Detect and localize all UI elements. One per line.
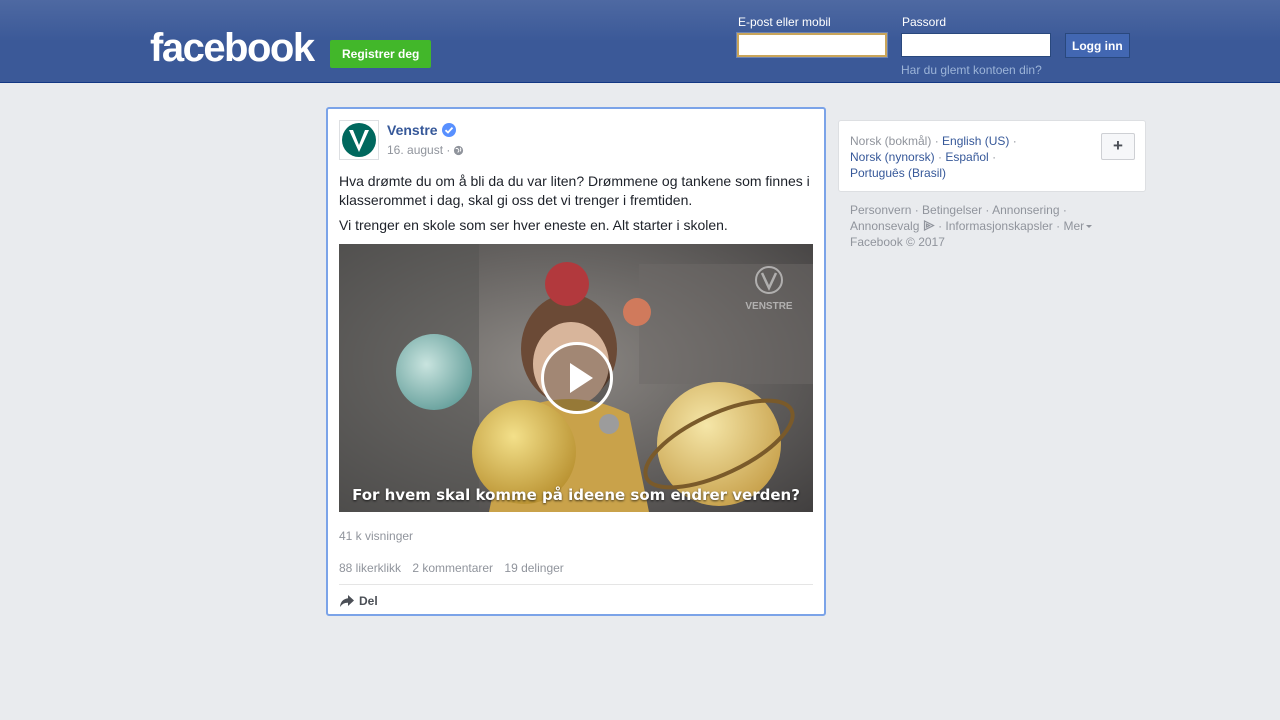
footer-link-more[interactable]: Mer (1063, 219, 1093, 233)
forgot-account-link[interactable]: Har du glemt kontoen din? (901, 63, 1042, 77)
post-card: Venstre 16. august · Hva drømte du om å … (326, 107, 826, 616)
footer-link-adchoices-label: Annonsevalg (850, 219, 920, 233)
footer-link-privacy[interactable]: Personvern (850, 203, 911, 217)
language-link[interactable]: English (US) (942, 134, 1009, 148)
footer-link-terms[interactable]: Betingelser (922, 203, 982, 217)
view-count: 41 k visninger (339, 529, 414, 543)
venstre-logo-icon (342, 123, 376, 157)
caret-down-icon (1086, 225, 1093, 228)
email-field[interactable] (737, 33, 887, 57)
divider (339, 584, 813, 585)
password-field[interactable] (901, 33, 1051, 57)
facebook-logo[interactable]: facebook (150, 26, 315, 70)
login-button[interactable]: Logg inn (1065, 33, 1130, 58)
post-paragraph: Hva drømte du om å bli da du var liten? … (339, 173, 810, 208)
shares-count[interactable]: 19 delinger (504, 561, 563, 575)
play-icon (570, 363, 593, 393)
share-label: Del (359, 594, 378, 608)
footer-link-advertising[interactable]: Annonsering (992, 203, 1059, 217)
language-link[interactable]: Português (Brasil) (850, 166, 946, 180)
page-avatar[interactable] (339, 120, 379, 160)
globe-icon (453, 145, 464, 156)
password-label: Passord (902, 15, 947, 29)
footer-links: Personvern · Betingelser · Annonsering ·… (850, 202, 1130, 250)
play-button[interactable] (541, 342, 613, 414)
video-player[interactable]: VENSTRE For hvem skal komme på ideene so… (339, 244, 813, 512)
language-link[interactable]: Norsk (nynorsk) (850, 150, 935, 164)
post-date[interactable]: 16. august · (387, 143, 450, 157)
more-languages-button[interactable]: + (1101, 133, 1135, 160)
language-selector: Norsk (bokmål) · English (US) · Norsk (n… (838, 120, 1146, 192)
footer-link-cookies[interactable]: Informasjonskapsler (945, 219, 1052, 233)
language-list: Norsk (bokmål) · English (US) · Norsk (n… (850, 134, 1017, 180)
page-name-link[interactable]: Venstre (387, 122, 438, 138)
footer-link-more-label: Mer (1063, 219, 1085, 233)
video-caption: For hvem skal komme på ideene som endrer… (352, 486, 800, 504)
register-button[interactable]: Registrer deg (330, 40, 432, 68)
post-paragraph: Vi trenger en skole som ser hver eneste … (339, 217, 728, 233)
footer-link-adchoices[interactable]: Annonsevalg (850, 219, 935, 233)
comments-count[interactable]: 2 kommentarer (412, 561, 493, 575)
engagement-stats: 88 likerklikk 2 kommentarer 19 delinger (339, 561, 572, 575)
current-language: Norsk (bokmål) (850, 134, 932, 148)
verified-badge-icon (442, 123, 456, 137)
likes-count[interactable]: 88 likerklikk (339, 561, 401, 575)
copyright: Facebook © 2017 (850, 235, 945, 249)
email-label: E-post eller mobil (738, 15, 831, 29)
video-watermark: VENSTRE (745, 301, 793, 312)
top-bar: facebook Registrer deg E-post eller mobi… (0, 0, 1280, 83)
post-text: Hva drømte du om å bli da du var liten? … (339, 172, 815, 241)
share-arrow-icon (340, 595, 354, 607)
language-link[interactable]: Español (945, 150, 988, 164)
adchoices-icon (923, 220, 935, 231)
